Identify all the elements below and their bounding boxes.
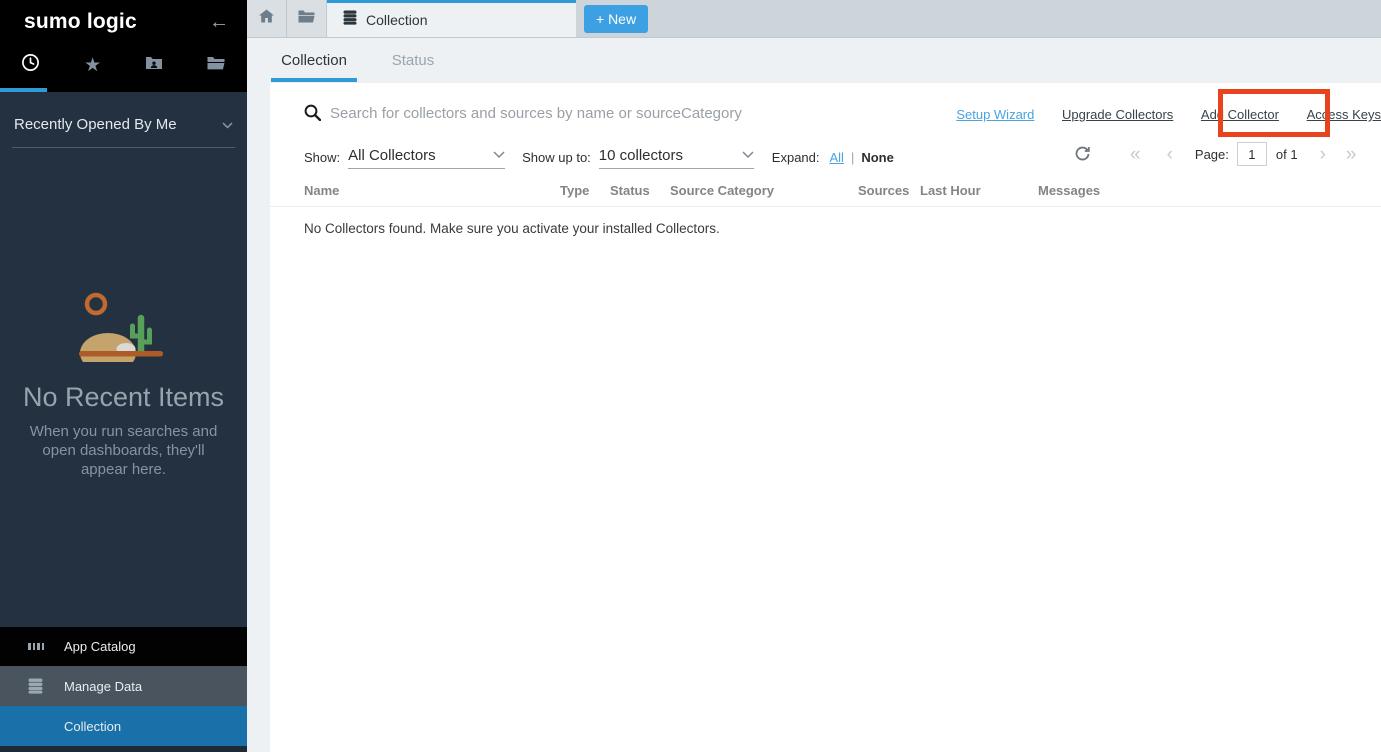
page-total: of 1 xyxy=(1276,147,1298,162)
clock-icon xyxy=(21,53,40,77)
app-tab-bar: Collection + New xyxy=(247,0,1381,38)
app-window: sumo logic ← ★ xyxy=(0,0,1381,752)
column-header-name[interactable]: Name xyxy=(304,183,560,206)
pagination-controls: « ‹ Page: of 1 › » xyxy=(1075,139,1356,169)
expand-separator: | xyxy=(851,150,854,165)
next-page-icon[interactable]: › xyxy=(1320,145,1326,164)
sun-icon xyxy=(87,295,105,313)
menu-item-label: Collection xyxy=(64,719,121,734)
star-icon: ★ xyxy=(84,54,101,77)
sidebar-icon-tabs: ★ xyxy=(0,44,247,86)
collection-page-tab[interactable]: Collection xyxy=(327,0,576,37)
database-icon xyxy=(343,10,357,30)
sidebar-bottom-menu: App Catalog Manage Data Collection xyxy=(0,627,247,752)
sidebar-item-collection[interactable]: Collection xyxy=(0,706,247,746)
access-keys-link[interactable]: Access Keys xyxy=(1307,107,1381,122)
library-tab-button[interactable] xyxy=(287,0,327,37)
main-area: Collection + New Collection Status Setup… xyxy=(247,0,1381,752)
show-up-to-dropdown[interactable]: 10 collectors xyxy=(599,146,754,169)
column-header-source-category[interactable]: Source Category xyxy=(670,183,858,206)
recents-tab[interactable] xyxy=(0,44,62,86)
recent-scope-dropdown[interactable]: Recently Opened By Me xyxy=(12,92,235,148)
sidebar: sumo logic ← ★ xyxy=(0,0,247,752)
subtab-bar: Collection Status xyxy=(247,38,1381,83)
sumo-logic-logo: sumo logic xyxy=(24,10,137,34)
personal-folder-icon xyxy=(145,55,163,75)
chevron-down-icon xyxy=(742,146,754,164)
favorites-tab[interactable]: ★ xyxy=(62,44,124,86)
folder-icon xyxy=(298,10,315,28)
library-folder-tab[interactable] xyxy=(185,44,247,86)
column-header-status[interactable]: Status xyxy=(610,183,670,206)
menu-item-label: Manage Data xyxy=(64,679,142,694)
last-page-icon[interactable]: » xyxy=(1346,145,1357,164)
subtab-collection[interactable]: Collection xyxy=(271,38,357,83)
home-tab-button[interactable] xyxy=(247,0,287,37)
recent-scope-label: Recently Opened By Me xyxy=(14,116,177,133)
filter-row: Show: All Collectors Show up to: 10 coll… xyxy=(304,143,894,171)
show-up-to-value: 10 collectors xyxy=(599,147,683,164)
subtab-status[interactable]: Status xyxy=(385,38,441,83)
empty-table-message: No Collectors found. Make sure you activ… xyxy=(304,221,720,236)
menu-item-label: App Catalog xyxy=(64,639,136,654)
home-icon xyxy=(259,9,274,28)
column-header-type[interactable]: Type xyxy=(560,183,610,206)
new-button[interactable]: + New xyxy=(584,5,648,33)
tab-title: Collection xyxy=(366,12,427,28)
previous-page-icon[interactable]: ‹ xyxy=(1167,145,1173,164)
expand-none-link[interactable]: None xyxy=(861,150,894,165)
search-icon xyxy=(304,104,321,126)
active-tab-underline xyxy=(0,88,47,92)
active-subtab-underline xyxy=(271,78,357,82)
refresh-icon[interactable] xyxy=(1075,146,1090,162)
collapse-sidebar-icon[interactable]: ← xyxy=(209,12,229,32)
sidebar-menu-filler xyxy=(0,746,247,752)
personal-folder-tab[interactable] xyxy=(124,44,186,86)
page-number-input[interactable] xyxy=(1237,142,1267,166)
upgrade-collectors-link[interactable]: Upgrade Collectors xyxy=(1062,107,1173,122)
show-collectors-value: All Collectors xyxy=(348,147,436,164)
add-collector-link[interactable]: Add Collector xyxy=(1201,107,1279,122)
first-page-icon[interactable]: « xyxy=(1130,145,1141,164)
no-recent-items-description: When you run searches and open dashboard… xyxy=(18,422,229,479)
page-label: Page: xyxy=(1195,147,1229,162)
show-collectors-dropdown[interactable]: All Collectors xyxy=(348,146,505,169)
toolbar-links: Setup Wizard Upgrade Collectors Add Coll… xyxy=(932,107,1381,122)
expand-label: Expand: xyxy=(772,150,820,165)
column-header-last-hour[interactable]: Last Hour xyxy=(920,183,1038,206)
setup-wizard-link[interactable]: Setup Wizard xyxy=(956,107,1034,122)
sidebar-header: sumo logic ← ★ xyxy=(0,0,247,92)
collection-panel: Setup Wizard Upgrade Collectors Add Coll… xyxy=(270,83,1381,752)
chevron-down-icon xyxy=(222,116,233,133)
app-grid-icon xyxy=(28,643,44,650)
show-label: Show: xyxy=(304,150,340,165)
search-input[interactable] xyxy=(330,101,890,125)
column-header-sources[interactable]: Sources xyxy=(858,183,920,206)
subtab-label: Status xyxy=(392,52,435,69)
folder-icon xyxy=(207,56,225,75)
show-up-to-label: Show up to: xyxy=(522,150,591,165)
sidebar-item-app-catalog[interactable]: App Catalog xyxy=(0,627,247,666)
sidebar-item-manage-data[interactable]: Manage Data xyxy=(0,666,247,706)
expand-all-link[interactable]: All xyxy=(830,150,844,165)
database-icon xyxy=(28,678,44,694)
chevron-down-icon xyxy=(493,146,505,164)
collectors-table-header: Name Type Status Source Category Sources… xyxy=(270,183,1381,207)
column-header-messages[interactable]: Messages xyxy=(1038,183,1148,206)
desert-illustration xyxy=(79,292,169,367)
subtab-label: Collection xyxy=(281,52,347,69)
no-recent-items-title: No Recent Items xyxy=(0,382,247,413)
